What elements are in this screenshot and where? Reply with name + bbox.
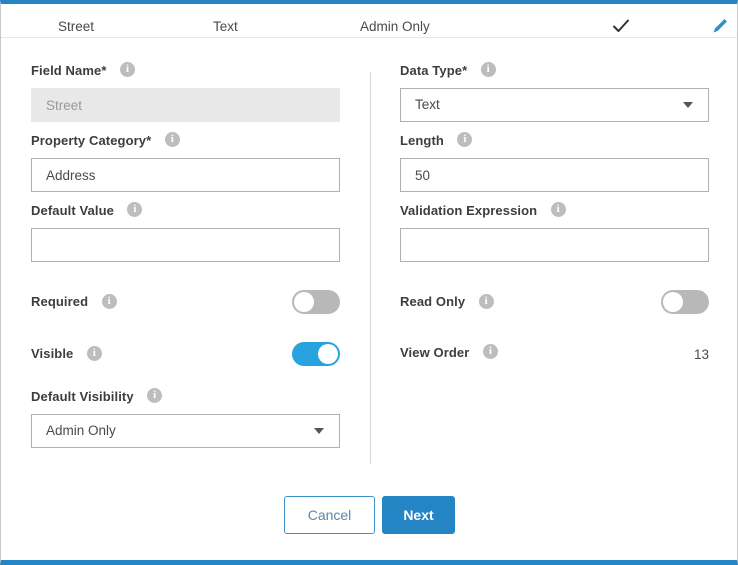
- data-type-value: Text: [400, 88, 709, 122]
- required-label: Required: [31, 294, 89, 309]
- read-only-toggle[interactable]: [661, 290, 709, 314]
- read-only-toggle-row: Read Only: [400, 290, 709, 314]
- property-category-required-mark: *: [146, 133, 152, 149]
- data-type-group: Data Type* Text: [400, 61, 709, 122]
- info-icon[interactable]: [101, 293, 117, 309]
- info-icon[interactable]: [482, 343, 498, 360]
- default-visibility-group: Default Visibility Admin Only: [31, 387, 340, 448]
- view-order-value: 13: [693, 347, 709, 362]
- required-toggle-row: Required: [31, 290, 340, 314]
- info-icon[interactable]: [457, 131, 473, 148]
- length-label: Length: [400, 133, 444, 149]
- data-type-label: Data Type: [400, 63, 463, 79]
- property-category-group: Property Category*: [31, 131, 340, 192]
- info-icon[interactable]: [127, 201, 143, 218]
- info-icon[interactable]: [164, 131, 180, 148]
- length-group: Length: [400, 131, 709, 192]
- panel-header: Street Text Admin Only: [1, 4, 737, 38]
- field-editor-panel: Street Text Admin Only Field Name* Prope…: [0, 0, 738, 565]
- toggle-knob: [318, 344, 338, 364]
- chevron-down-icon: [314, 428, 324, 434]
- info-icon[interactable]: [86, 345, 102, 361]
- chevron-down-icon: [683, 102, 693, 108]
- header-visibility: Admin Only: [360, 19, 430, 34]
- toggle-knob: [663, 292, 683, 312]
- header-field-name: Street: [58, 19, 95, 34]
- validation-expression-label: Validation Expression: [400, 203, 538, 219]
- default-visibility-select[interactable]: Admin Only: [31, 414, 340, 448]
- panel-footer: Cancel Next: [1, 496, 737, 536]
- validation-expression-input[interactable]: [400, 228, 709, 262]
- validation-expression-group: Validation Expression: [400, 201, 709, 262]
- property-category-label: Property Category: [31, 133, 147, 149]
- default-visibility-value: Admin Only: [31, 414, 340, 448]
- default-value-label: Default Value: [31, 203, 114, 219]
- field-name-input: [31, 88, 340, 122]
- toggle-knob: [294, 292, 314, 312]
- field-name-group: Field Name*: [31, 61, 340, 122]
- default-value-input[interactable]: [31, 228, 340, 262]
- cancel-button[interactable]: Cancel: [284, 496, 375, 534]
- pencil-icon[interactable]: [710, 16, 730, 36]
- visible-toggle-row: Visible: [31, 342, 340, 366]
- default-value-group: Default Value: [31, 201, 340, 262]
- check-icon: [611, 16, 631, 36]
- view-order-label: View Order: [400, 345, 470, 361]
- column-divider: [370, 72, 371, 464]
- visible-label: Visible: [31, 346, 74, 361]
- info-icon[interactable]: [147, 387, 163, 404]
- header-data-type: Text: [213, 19, 238, 34]
- required-toggle[interactable]: [292, 290, 340, 314]
- read-only-label: Read Only: [400, 294, 466, 309]
- default-visibility-label: Default Visibility: [31, 389, 134, 405]
- field-name-label: Field Name: [31, 63, 102, 79]
- info-icon[interactable]: [550, 201, 566, 218]
- data-type-select[interactable]: Text: [400, 88, 709, 122]
- info-icon[interactable]: [480, 61, 496, 78]
- view-order-row: View Order 13: [400, 343, 709, 366]
- info-icon[interactable]: [478, 293, 494, 309]
- info-icon[interactable]: [119, 61, 135, 78]
- property-category-input[interactable]: [31, 158, 340, 192]
- next-button[interactable]: Next: [382, 496, 455, 534]
- field-name-required-mark: *: [101, 63, 107, 79]
- visible-toggle[interactable]: [292, 342, 340, 366]
- data-type-required-mark: *: [462, 63, 468, 79]
- length-input[interactable]: [400, 158, 709, 192]
